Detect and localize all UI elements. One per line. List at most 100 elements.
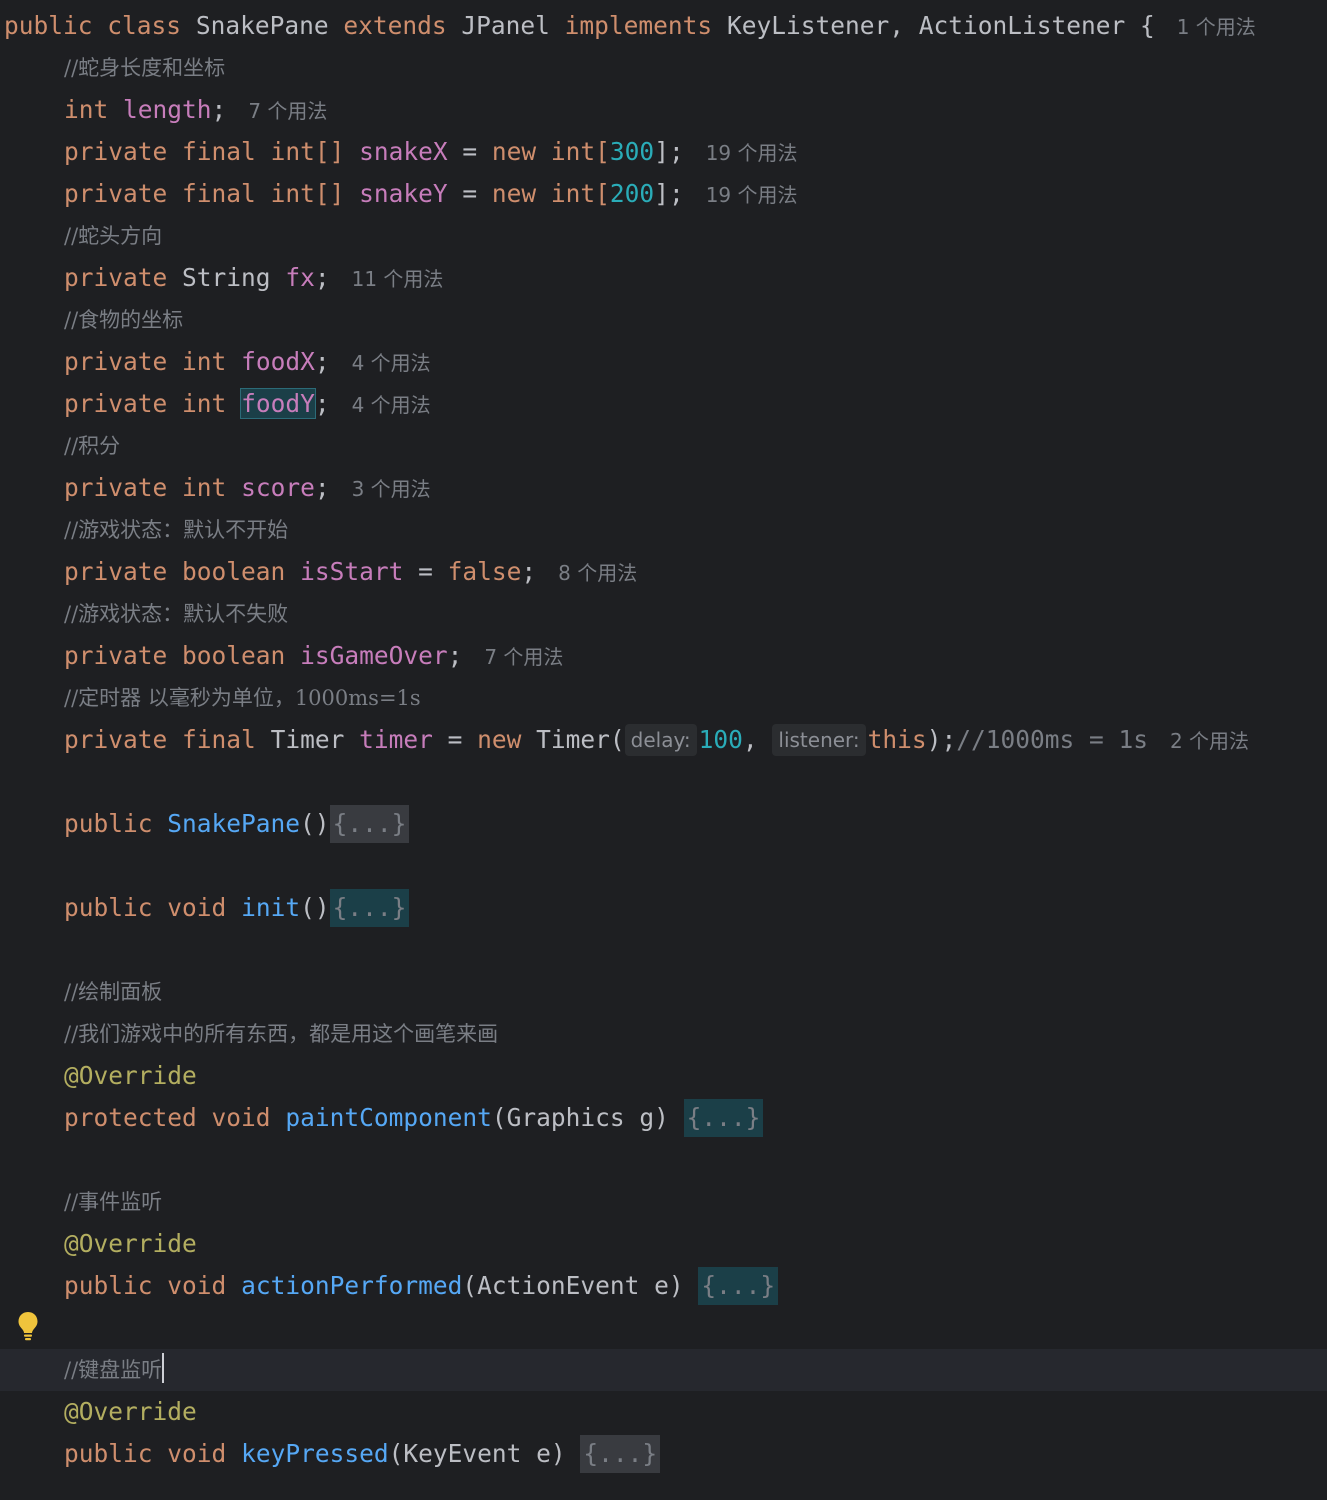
inline-comment: //1000ms = 1s (956, 725, 1148, 754)
code-line-field-foody[interactable]: private int foodY; 4 个用法 (0, 383, 1327, 425)
folded-code-block[interactable]: {...} (683, 1099, 764, 1137)
code-line-comment[interactable]: //定时器 以毫秒为单位，1000ms=1s (0, 677, 1327, 719)
field-fx[interactable]: fx (285, 263, 315, 292)
code-line-comment[interactable]: //事件监听 (0, 1181, 1327, 1223)
usage-hint[interactable]: 11 个用法 (352, 267, 444, 291)
code-line-field-score[interactable]: private int score; 3 个用法 (0, 467, 1327, 509)
field-foodx[interactable]: foodX (241, 347, 315, 376)
type-timer: Timer (270, 725, 345, 754)
field-isstart[interactable]: isStart (300, 557, 403, 586)
params: (Graphics g) (491, 1103, 684, 1132)
usage-hint[interactable]: 7 个用法 (484, 645, 563, 669)
field-snakex[interactable]: snakeX (359, 137, 448, 166)
code-line-field-foodx[interactable]: private int foodX; 4 个用法 (0, 341, 1327, 383)
usage-hint[interactable]: 19 个用法 (706, 183, 798, 207)
usage-hint[interactable]: 7 个用法 (248, 99, 327, 123)
code-line-method-keypressed[interactable]: public void keyPressed(KeyEvent e) {...} (0, 1433, 1327, 1475)
text-caret (162, 1353, 165, 1383)
keyword-private: private (64, 389, 168, 418)
code-line-comment[interactable]: //蛇身长度和坐标 (0, 47, 1327, 89)
code-line-comment[interactable]: //游戏状态：默认不开始 (0, 509, 1327, 551)
code-line-constructor[interactable]: public SnakePane() {...} (0, 803, 1327, 845)
code-line-field-isgameover[interactable]: private boolean isGameOver; 7 个用法 (0, 635, 1327, 677)
class-name[interactable]: SnakePane (196, 11, 329, 40)
code-line-method-actionperformed[interactable]: public void actionPerformed(ActionEvent … (0, 1265, 1327, 1307)
type-int: int (182, 473, 227, 502)
field-score[interactable]: score (241, 473, 315, 502)
usage-hint[interactable]: 1 个用法 (1177, 15, 1256, 39)
folded-code-block[interactable]: {...} (580, 1435, 661, 1473)
usage-hint[interactable]: 3 个用法 (352, 477, 431, 501)
method-name-snakepane[interactable]: SnakePane (167, 809, 300, 838)
folded-code-block[interactable]: {...} (329, 889, 410, 927)
code-line-comment[interactable]: //游戏状态：默认不失败 (0, 593, 1327, 635)
lightbulb-icon[interactable] (17, 1311, 39, 1341)
type-boolean: boolean (182, 641, 286, 670)
folded-code-block[interactable]: {...} (698, 1267, 779, 1305)
code-line-annotation[interactable]: @Override (0, 1391, 1327, 1433)
method-name-init[interactable]: init (241, 893, 300, 922)
number-literal: 100 (698, 725, 743, 754)
usage-hint[interactable]: 8 个用法 (558, 561, 637, 585)
code-line-comment[interactable]: //食物的坐标 (0, 299, 1327, 341)
code-line-comment[interactable]: //蛇头方向 (0, 215, 1327, 257)
code-line-comment-current[interactable]: //键盘监听 (0, 1349, 1327, 1391)
keyword-public: public (64, 893, 153, 922)
keyword-new: new (491, 137, 537, 166)
code-line-comment[interactable]: //绘制面板 (0, 971, 1327, 1013)
code-line-field-snakey[interactable]: private final int[] snakeY = new int[200… (0, 173, 1327, 215)
keyword-final: final (182, 725, 256, 754)
code-editor[interactable]: public class SnakePane extends JPanel im… (0, 0, 1327, 1500)
field-isgameover[interactable]: isGameOver (300, 641, 448, 670)
keyword-implements: implements (564, 11, 713, 40)
code-line-field-fx[interactable]: private String fx; 11 个用法 (0, 257, 1327, 299)
usage-hint[interactable]: 19 个用法 (706, 141, 798, 165)
comment: //定时器 以毫秒为单位，1000ms=1s (64, 686, 421, 710)
param-hint-listener: listener: (772, 724, 866, 756)
type-string: String (182, 263, 271, 292)
keyword-private: private (64, 137, 168, 166)
type-int: int[ (550, 137, 610, 166)
interfaces[interactable]: KeyListener, ActionListener { (727, 11, 1155, 40)
method-name-actionperformed[interactable]: actionPerformed (241, 1271, 462, 1300)
code-line-annotation[interactable]: @Override (0, 1223, 1327, 1265)
comma: , (742, 725, 773, 754)
code-line-method-paintcomponent[interactable]: protected void paintComponent(Graphics g… (0, 1097, 1327, 1139)
method-name-paintcomponent[interactable]: paintComponent (285, 1103, 492, 1132)
type-boolean: boolean (182, 557, 286, 586)
keyword-private: private (64, 725, 168, 754)
field-timer[interactable]: timer (359, 725, 433, 754)
code-line-field-timer[interactable]: private final Timer timer = new Timer(de… (0, 719, 1327, 761)
code-line-annotation[interactable]: @Override (0, 1055, 1327, 1097)
comment: //蛇身长度和坐标 (64, 56, 226, 80)
comment: //积分 (64, 434, 121, 458)
keyword-class: class (107, 11, 182, 40)
method-name-keypressed[interactable]: keyPressed (241, 1439, 389, 1468)
usage-hint[interactable]: 2 个用法 (1170, 729, 1249, 753)
code-line-method-init[interactable]: public void init() {...} (0, 887, 1327, 929)
keyword-private: private (64, 473, 168, 502)
field-snakey[interactable]: snakeY (359, 179, 448, 208)
type-int-array: int[] (270, 137, 345, 166)
semicolon: ; (314, 473, 330, 502)
code-line-field-length[interactable]: int length; 7 个用法 (0, 89, 1327, 131)
parent-class[interactable]: JPanel (461, 11, 550, 40)
usage-hint[interactable]: 4 个用法 (352, 351, 431, 375)
code-line-class-declaration[interactable]: public class SnakePane extends JPanel im… (0, 5, 1327, 47)
code-line-comment[interactable]: //我们游戏中的所有东西，都是用这个画笔来画 (0, 1013, 1327, 1055)
parens: () (300, 809, 330, 838)
keyword-void: void (167, 1271, 227, 1300)
keyword-public: public (64, 1439, 153, 1468)
code-line-field-snakex[interactable]: private final int[] snakeX = new int[300… (0, 131, 1327, 173)
code-line-field-isstart[interactable]: private boolean isStart = false; 8 个用法 (0, 551, 1327, 593)
usage-hint[interactable]: 4 个用法 (352, 393, 431, 417)
field-length[interactable]: length (123, 95, 212, 124)
comment: //游戏状态：默认不失败 (64, 602, 289, 626)
keyword-final: final (182, 179, 256, 208)
field-foody-selected[interactable]: foodY (240, 388, 316, 419)
number-literal: 200 (609, 179, 655, 208)
comment: //绘制面板 (64, 980, 163, 1004)
code-line-comment[interactable]: //积分 (0, 425, 1327, 467)
folded-code-block[interactable]: {...} (329, 805, 410, 843)
keyword-new: new (477, 725, 522, 754)
